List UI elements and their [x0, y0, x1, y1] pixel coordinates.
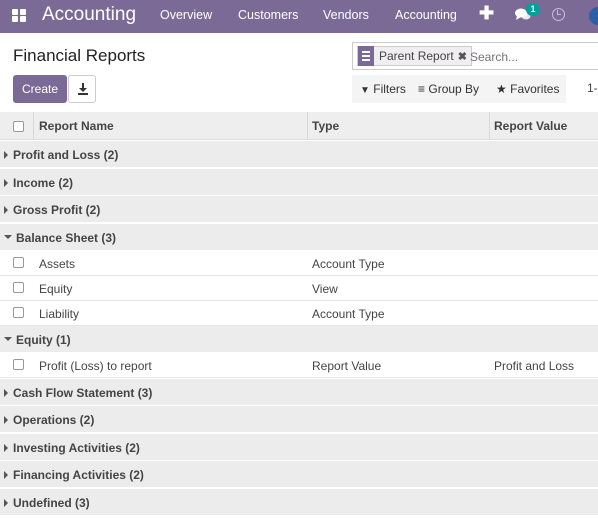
- favorites-button[interactable]: ★ Favorites: [496, 82, 559, 96]
- caret-right-icon: [4, 444, 8, 452]
- caret-down-icon: [4, 337, 12, 341]
- cell-type: Account Type: [312, 307, 385, 321]
- facet-remove-icon[interactable]: ✖: [458, 50, 471, 63]
- group-row[interactable]: Income (2): [0, 169, 598, 196]
- group-by-label: Group By: [428, 82, 480, 96]
- table-header: Report Name Type Report Value: [0, 112, 598, 140]
- chat-count-badge: 1: [526, 3, 540, 16]
- filter-bar: ▼ Filters ≡ Group By ★ Favorites: [352, 75, 566, 103]
- column-separator: [33, 112, 34, 140]
- avatar[interactable]: [589, 7, 598, 25]
- cell-report-value: Profit and Loss: [494, 359, 575, 373]
- pager-value[interactable]: 1-: [587, 81, 598, 95]
- top-navbar: Accounting Overview Customers Vendors Ac…: [0, 0, 598, 33]
- group-label: Profit and Loss (2): [13, 148, 119, 162]
- group-label: Equity (1): [16, 333, 71, 347]
- cell-type: Report Value: [312, 359, 382, 373]
- page-title: Financial Reports: [13, 46, 146, 65]
- create-button[interactable]: Create: [13, 75, 67, 103]
- facet-label: Parent Report: [379, 49, 454, 63]
- select-all-checkbox[interactable]: [13, 121, 24, 132]
- row-checkbox[interactable]: [13, 282, 24, 293]
- column-header-report-name[interactable]: Report Name: [39, 119, 114, 133]
- cell-report-name: Profit (Loss) to report: [39, 359, 152, 373]
- group-row[interactable]: Cash Flow Statement (3): [0, 379, 598, 406]
- caret-right-icon: [4, 151, 8, 159]
- group-row[interactable]: Profit and Loss (2): [0, 141, 598, 168]
- group-label: Undefined (3): [13, 496, 90, 510]
- search-box[interactable]: Parent Report ✖: [352, 42, 598, 70]
- caret-right-icon: [4, 499, 8, 507]
- group-label: Income (2): [13, 176, 74, 190]
- group-label: Balance Sheet (3): [16, 231, 117, 245]
- table-row[interactable]: Assets Account Type: [0, 251, 598, 276]
- group-label: Operations (2): [13, 413, 95, 427]
- caret-right-icon: [4, 416, 8, 424]
- group-label: Gross Profit (2): [13, 203, 101, 217]
- filter-icon: ▼: [360, 85, 370, 96]
- cell-report-name: Assets: [39, 257, 76, 271]
- group-row[interactable]: Investing Activities (2): [0, 434, 598, 461]
- group-row[interactable]: Gross Profit (2): [0, 196, 598, 223]
- star-icon: ★: [496, 82, 507, 96]
- column-header-report-value[interactable]: Report Value: [494, 119, 567, 133]
- caret-right-icon: [4, 206, 8, 214]
- cell-report-name: Equity: [39, 282, 73, 296]
- group-row[interactable]: Financing Activities (2): [0, 461, 598, 488]
- caret-right-icon: [4, 179, 8, 187]
- nav-overview[interactable]: Overview: [160, 8, 212, 22]
- group-row[interactable]: Equity (1): [0, 326, 598, 353]
- table-row[interactable]: Equity View: [0, 276, 598, 301]
- table-row[interactable]: Liability Account Type: [0, 301, 598, 326]
- nav-customers[interactable]: Customers: [238, 8, 298, 22]
- group-row[interactable]: Balance Sheet (3): [0, 224, 598, 251]
- list-icon: ≡: [418, 82, 426, 96]
- table-row[interactable]: Profit (Loss) to report Report Value Pro…: [0, 353, 598, 378]
- group-by-button[interactable]: ≡ Group By: [418, 82, 479, 96]
- group-label: Investing Activities (2): [13, 441, 140, 455]
- download-icon: [78, 83, 88, 95]
- search-input[interactable]: [470, 48, 598, 66]
- download-button[interactable]: [68, 75, 96, 103]
- column-separator: [307, 112, 308, 140]
- favorites-label: Favorites: [510, 82, 560, 96]
- group-label: Financing Activities (2): [13, 468, 144, 482]
- group-row[interactable]: Operations (2): [0, 406, 598, 433]
- nav-vendors[interactable]: Vendors: [323, 8, 369, 22]
- filters-button[interactable]: ▼ Filters: [360, 82, 406, 96]
- nav-accounting[interactable]: Accounting: [395, 8, 457, 22]
- plus-icon[interactable]: ✚: [479, 3, 494, 24]
- cell-type: View: [312, 282, 338, 296]
- row-checkbox[interactable]: [13, 359, 24, 370]
- caret-down-icon: [4, 235, 12, 239]
- cell-report-name: Liability: [39, 307, 80, 321]
- group-by-facet-icon: [358, 46, 374, 66]
- cell-type: Account Type: [312, 257, 385, 271]
- app-title[interactable]: Accounting: [42, 4, 136, 26]
- group-label: Cash Flow Statement (3): [13, 386, 153, 400]
- apps-menu-icon[interactable]: [12, 9, 27, 23]
- column-separator: [489, 112, 490, 140]
- caret-right-icon: [4, 389, 8, 397]
- clock-icon[interactable]: [552, 8, 565, 21]
- column-header-type[interactable]: Type: [312, 119, 339, 133]
- row-checkbox[interactable]: [13, 307, 24, 318]
- filters-label: Filters: [373, 82, 406, 96]
- group-row[interactable]: Undefined (3): [0, 489, 598, 516]
- caret-right-icon: [4, 471, 8, 479]
- row-checkbox[interactable]: [13, 257, 24, 268]
- search-facet: Parent Report ✖: [357, 46, 472, 66]
